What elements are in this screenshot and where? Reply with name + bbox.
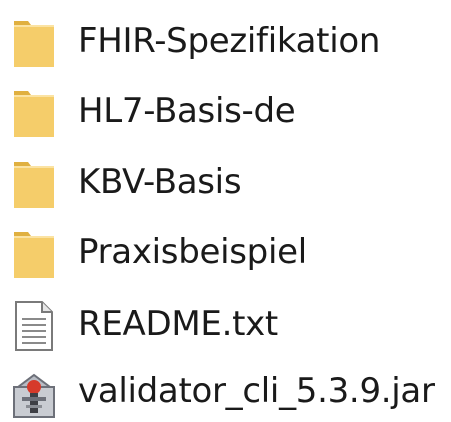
folder-icon xyxy=(8,158,60,210)
file-item-fhir-spezifikation[interactable]: FHIR-Spezifikation xyxy=(0,10,451,72)
file-item-hl7-basis-de[interactable]: HL7-Basis-de xyxy=(0,80,451,142)
file-name: README.txt xyxy=(78,304,278,344)
file-name: validator_cli_5.3.9.jar xyxy=(78,371,435,411)
file-item-readme[interactable]: README.txt xyxy=(0,293,451,355)
text-file-icon xyxy=(8,300,60,352)
file-item-kbv-basis[interactable]: KBV-Basis xyxy=(0,151,451,213)
file-name: HL7-Basis-de xyxy=(78,91,296,131)
folder-icon xyxy=(8,87,60,139)
file-name: FHIR-Spezifikation xyxy=(78,21,381,61)
file-item-praxisbeispiel[interactable]: Praxisbeispiel xyxy=(0,221,451,283)
file-name: Praxisbeispiel xyxy=(78,232,307,272)
file-list: FHIR-Spezifikation HL7-Basis-de KBV-Basi… xyxy=(0,0,451,420)
file-name: KBV-Basis xyxy=(78,162,242,202)
file-item-validator-jar[interactable]: validator_cli_5.3.9.jar xyxy=(0,360,451,422)
java-jar-icon xyxy=(8,367,60,419)
folder-icon xyxy=(8,228,60,280)
folder-icon xyxy=(8,17,60,69)
